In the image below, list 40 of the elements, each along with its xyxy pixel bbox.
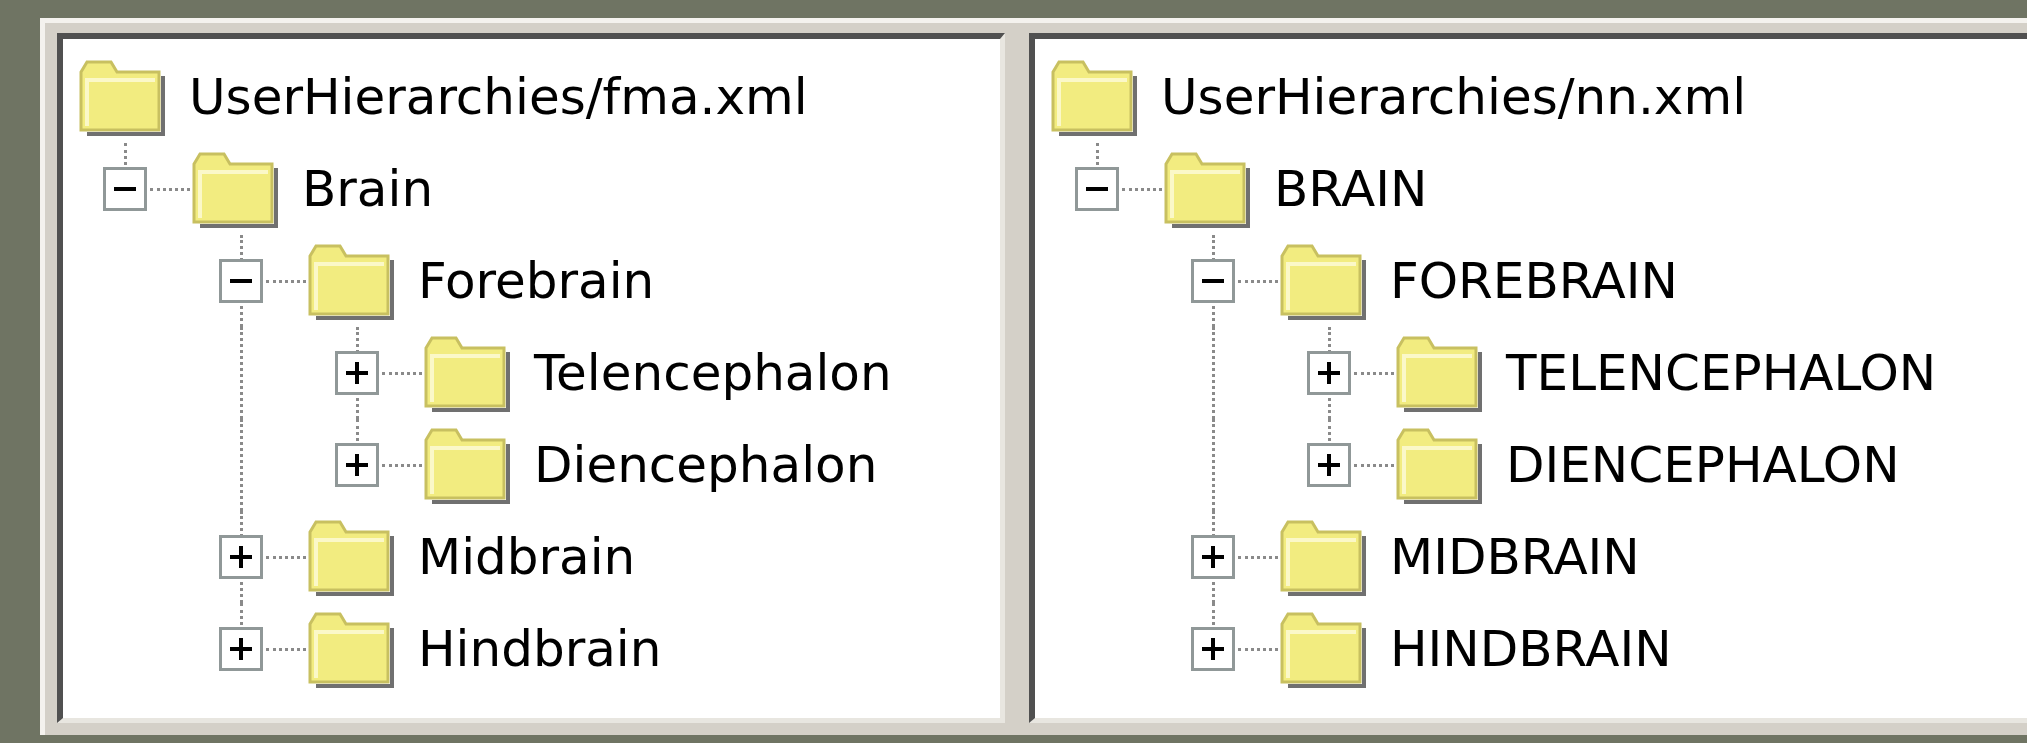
expand-toggle[interactable] bbox=[1191, 535, 1235, 579]
folder-icon bbox=[1162, 150, 1252, 228]
folder-icon bbox=[1278, 242, 1368, 320]
expand-toggle[interactable] bbox=[1307, 351, 1351, 395]
folder-icon bbox=[190, 150, 280, 228]
folder-icon bbox=[306, 518, 396, 596]
tree-item-label[interactable]: UserHierarchies/nn.xml bbox=[1161, 68, 1747, 126]
expand-toggle[interactable] bbox=[219, 627, 263, 671]
tree-item-label[interactable]: DIENCEPHALON bbox=[1506, 436, 1900, 494]
expand-toggle[interactable] bbox=[335, 351, 379, 395]
folder-icon bbox=[1394, 426, 1484, 504]
expand-toggle[interactable] bbox=[103, 167, 147, 211]
folder-icon bbox=[1278, 610, 1368, 688]
folder-icon bbox=[77, 58, 167, 136]
expand-toggle[interactable] bbox=[1307, 443, 1351, 487]
expand-toggle[interactable] bbox=[219, 259, 263, 303]
folder-icon bbox=[422, 426, 512, 504]
folder-icon bbox=[422, 334, 512, 412]
expand-toggle[interactable] bbox=[219, 535, 263, 579]
folder-icon bbox=[1049, 58, 1139, 136]
tree-item-label[interactable]: TELENCEPHALON bbox=[1506, 344, 1937, 402]
tree-item-label[interactable]: UserHierarchies/fma.xml bbox=[189, 68, 808, 126]
tree-item-label[interactable]: Telencephalon bbox=[534, 344, 892, 402]
tree-item-label[interactable]: HINDBRAIN bbox=[1390, 620, 1672, 678]
tree-item-label[interactable]: Hindbrain bbox=[418, 620, 662, 678]
tree-item-label[interactable]: Diencephalon bbox=[534, 436, 878, 494]
tree-item-label[interactable]: Brain bbox=[302, 160, 434, 218]
folder-icon bbox=[1278, 518, 1368, 596]
tree-item-label[interactable]: Midbrain bbox=[418, 528, 636, 586]
tree-item-label[interactable]: FOREBRAIN bbox=[1390, 252, 1678, 310]
folder-icon bbox=[1394, 334, 1484, 412]
expand-toggle[interactable] bbox=[335, 443, 379, 487]
folder-icon bbox=[306, 610, 396, 688]
tree-item-label[interactable]: BRAIN bbox=[1274, 160, 1428, 218]
folder-icon bbox=[306, 242, 396, 320]
expand-toggle[interactable] bbox=[1191, 627, 1235, 671]
expand-toggle[interactable] bbox=[1075, 167, 1119, 211]
tree-item-label[interactable]: MIDBRAIN bbox=[1390, 528, 1640, 586]
tree-item-label[interactable]: Forebrain bbox=[418, 252, 655, 310]
expand-toggle[interactable] bbox=[1191, 259, 1235, 303]
